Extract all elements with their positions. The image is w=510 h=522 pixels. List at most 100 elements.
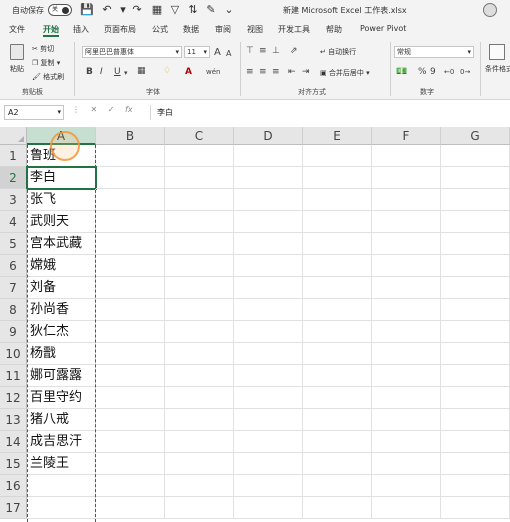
row-header[interactable]: 8 bbox=[0, 299, 27, 321]
cell[interactable] bbox=[441, 431, 510, 453]
cell[interactable] bbox=[303, 189, 372, 211]
cell[interactable] bbox=[96, 409, 165, 431]
cell[interactable] bbox=[165, 343, 234, 365]
cell[interactable] bbox=[372, 255, 441, 277]
row-header[interactable]: 13 bbox=[0, 409, 27, 431]
cell[interactable] bbox=[234, 343, 303, 365]
cell[interactable] bbox=[303, 431, 372, 453]
cell[interactable] bbox=[303, 409, 372, 431]
row-header[interactable]: 7 bbox=[0, 277, 27, 299]
cell[interactable] bbox=[234, 299, 303, 321]
cell[interactable] bbox=[96, 431, 165, 453]
align-center-icon[interactable]: ≡ bbox=[259, 67, 267, 77]
cell[interactable] bbox=[441, 255, 510, 277]
cell[interactable] bbox=[303, 387, 372, 409]
grow-font-icon[interactable]: A bbox=[214, 48, 221, 58]
cell[interactable] bbox=[303, 277, 372, 299]
cell-a3[interactable]: 张飞 bbox=[27, 189, 96, 211]
align-right-icon[interactable]: ≡ bbox=[272, 67, 280, 77]
cell[interactable] bbox=[372, 277, 441, 299]
cell[interactable] bbox=[234, 321, 303, 343]
cell[interactable] bbox=[165, 189, 234, 211]
cell[interactable] bbox=[303, 255, 372, 277]
cell[interactable] bbox=[96, 321, 165, 343]
cell[interactable] bbox=[441, 167, 510, 189]
cell[interactable] bbox=[165, 299, 234, 321]
cell[interactable] bbox=[96, 343, 165, 365]
cell[interactable] bbox=[441, 343, 510, 365]
cell[interactable] bbox=[96, 365, 165, 387]
save-icon[interactable]: 💾 bbox=[80, 3, 94, 17]
cell[interactable] bbox=[234, 277, 303, 299]
cell[interactable] bbox=[234, 497, 303, 519]
cell[interactable] bbox=[234, 255, 303, 277]
comma-style-button[interactable]: 9 bbox=[430, 67, 436, 77]
cell[interactable] bbox=[441, 365, 510, 387]
cell-a8[interactable]: 孙尚香 bbox=[27, 299, 96, 321]
cell[interactable] bbox=[441, 409, 510, 431]
decrease-decimal-icon[interactable]: 0→ bbox=[460, 67, 470, 77]
undo-dropdown-icon[interactable]: ▾ bbox=[116, 3, 130, 17]
redo-icon[interactable]: ↷ bbox=[130, 3, 144, 17]
paste-button[interactable]: 粘贴 bbox=[10, 64, 24, 74]
cell[interactable] bbox=[96, 189, 165, 211]
tab-insert[interactable]: 插入 bbox=[73, 24, 89, 35]
pen-icon[interactable]: ✎ bbox=[204, 3, 218, 17]
cut-button[interactable]: ✂ 剪切 bbox=[32, 44, 54, 54]
tab-review[interactable]: 审阅 bbox=[215, 24, 231, 35]
percent-style-button[interactable]: % bbox=[418, 67, 427, 77]
cell[interactable] bbox=[165, 211, 234, 233]
merge-center-button[interactable]: ▣ 合并后居中 ▾ bbox=[320, 68, 370, 78]
tab-file[interactable]: 文件 bbox=[9, 24, 25, 35]
align-bottom-icon[interactable]: ⊥ bbox=[272, 46, 280, 56]
cell[interactable] bbox=[234, 431, 303, 453]
cell[interactable] bbox=[234, 365, 303, 387]
cancel-icon[interactable]: ✕ bbox=[91, 105, 98, 114]
row-header[interactable]: 12 bbox=[0, 387, 27, 409]
cell[interactable] bbox=[372, 211, 441, 233]
cell-a2[interactable]: 李白 bbox=[26, 166, 97, 190]
more-commands-icon[interactable]: ⌄ bbox=[222, 3, 236, 17]
cell[interactable] bbox=[96, 497, 165, 519]
cell[interactable] bbox=[165, 321, 234, 343]
format-painter-button[interactable]: 🖌 格式刷 bbox=[32, 72, 64, 82]
cell[interactable] bbox=[165, 167, 234, 189]
cell[interactable] bbox=[96, 299, 165, 321]
row-header[interactable]: 3 bbox=[0, 189, 27, 211]
cell[interactable] bbox=[96, 277, 165, 299]
cell[interactable] bbox=[303, 233, 372, 255]
cell[interactable] bbox=[372, 233, 441, 255]
cell-a14[interactable]: 成吉思汗 bbox=[27, 431, 96, 453]
cell[interactable] bbox=[303, 365, 372, 387]
cell[interactable] bbox=[303, 299, 372, 321]
cell[interactable] bbox=[165, 233, 234, 255]
cell[interactable] bbox=[372, 365, 441, 387]
avatar[interactable] bbox=[483, 3, 497, 17]
cell[interactable] bbox=[441, 189, 510, 211]
cell[interactable] bbox=[234, 475, 303, 497]
paste-icon[interactable] bbox=[10, 44, 24, 60]
copy-button[interactable]: ❐ 复制 ▾ bbox=[32, 58, 60, 68]
row-header[interactable]: 16 bbox=[0, 475, 27, 497]
row-header[interactable]: 17 bbox=[0, 497, 27, 519]
wrap-text-button[interactable]: ↵ 自动换行 bbox=[320, 47, 356, 57]
row-header[interactable]: 10 bbox=[0, 343, 27, 365]
number-format-select[interactable]: 常规 ▾ bbox=[394, 46, 474, 58]
spreadsheet-grid[interactable]: A B C D E F G 1 鲁班 2 李白 3 张飞 4 武则天 5 宫本武藏 6 嫦娥 7 刘备 8 孙… bbox=[0, 127, 510, 522]
cell[interactable] bbox=[96, 475, 165, 497]
cell[interactable] bbox=[234, 189, 303, 211]
cell-a15[interactable]: 兰陵王 bbox=[27, 453, 96, 475]
cell[interactable] bbox=[96, 255, 165, 277]
underline-button[interactable]: U bbox=[114, 67, 121, 77]
cell-a5[interactable]: 宫本武藏 bbox=[27, 233, 96, 255]
cell[interactable] bbox=[234, 453, 303, 475]
increase-indent-icon[interactable]: ⇥ bbox=[302, 67, 310, 77]
underline-dropdown-icon[interactable]: ▾ bbox=[124, 68, 128, 78]
column-header-f[interactable]: F bbox=[372, 127, 441, 145]
cell[interactable] bbox=[234, 167, 303, 189]
confirm-icon[interactable]: ✓ bbox=[108, 105, 115, 114]
cell[interactable] bbox=[441, 387, 510, 409]
tab-home[interactable]: 开始 bbox=[43, 24, 59, 35]
borders-icon[interactable]: ▦ bbox=[137, 66, 146, 76]
cell[interactable] bbox=[165, 497, 234, 519]
